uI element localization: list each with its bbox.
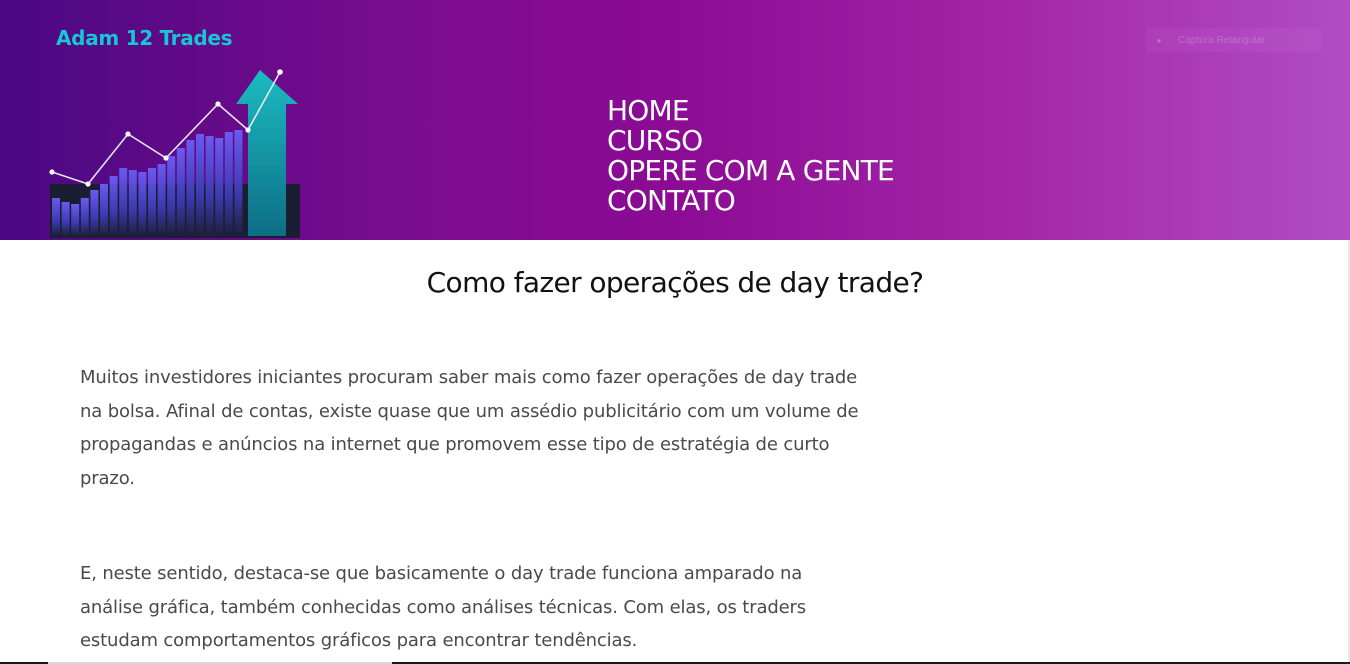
capture-rectangular-label: Captura Retangular [1178, 34, 1266, 46]
logo-trend-line [51, 71, 281, 185]
logo-bar [90, 190, 99, 236]
page: Adam 12 Trades ● Captura Retangular HOME… [0, 0, 1350, 664]
site-header: Adam 12 Trades ● Captura Retangular HOME… [0, 0, 1350, 240]
logo-bar [128, 170, 137, 236]
trading-chart-logo[interactable] [48, 64, 304, 240]
logo-bar [176, 148, 185, 236]
logo-bar [119, 168, 128, 236]
nav-item-contato[interactable]: CONTATO [607, 186, 894, 216]
logo-bar [157, 164, 166, 236]
logo-bar [215, 138, 224, 236]
dot-icon: ● [1156, 35, 1162, 45]
capture-rectangular-button[interactable]: ● Captura Retangular [1146, 28, 1322, 52]
nav-item-home[interactable]: HOME [607, 96, 894, 126]
logo-bar [52, 198, 60, 236]
nav-item-opere-com-a-gente[interactable]: OPERE COM A GENTE [607, 156, 895, 186]
article-title: Como fazer operações de day trade? [426, 266, 924, 299]
logo-bar [138, 172, 147, 236]
nav-item-curso[interactable]: CURSO [607, 126, 894, 156]
logo-bar [196, 134, 204, 236]
logo-trend-points [49, 69, 283, 187]
logo-bar [61, 202, 70, 236]
logo-bar [109, 176, 118, 236]
logo-bar [71, 204, 80, 236]
main-nav: HOME CURSO OPERE COM A GENTE CONTATO [607, 96, 895, 216]
article-paragraph: E, neste sentido, destaca-se que basicam… [80, 563, 807, 651]
article-paragraph: Muitos investidores iniciantes procuram … [80, 367, 859, 489]
logo-bar [224, 132, 233, 236]
logo-bar [100, 184, 108, 236]
logo-bar [167, 156, 176, 236]
logo-bar [148, 168, 156, 236]
logo-bar [205, 136, 214, 236]
logo-bar [80, 198, 89, 236]
logo-bar [186, 140, 195, 236]
logo-bar [234, 130, 243, 236]
brand-logo-text[interactable]: Adam 12 Trades [56, 26, 233, 50]
